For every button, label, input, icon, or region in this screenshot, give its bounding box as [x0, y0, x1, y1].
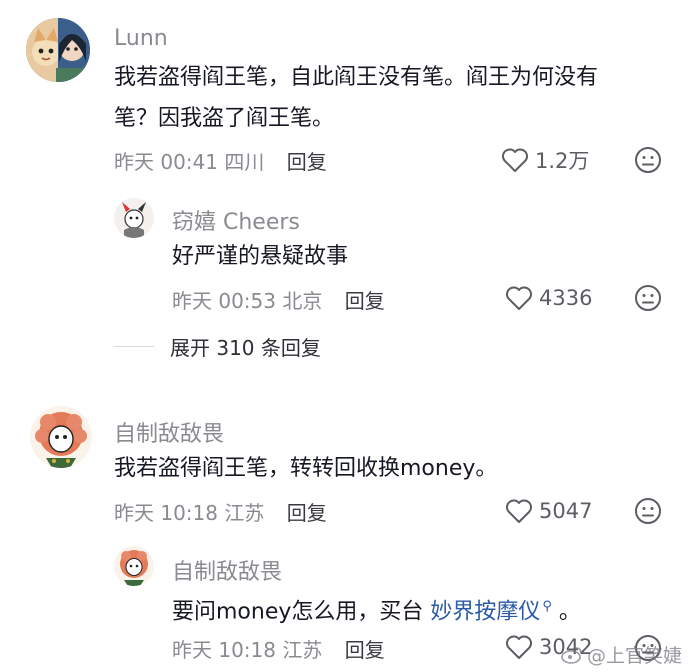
like-button[interactable]: 1.2万 [501, 145, 589, 175]
unhappy-face-icon [635, 147, 661, 173]
like-count: 4336 [539, 286, 593, 310]
reply-username[interactable]: 窃嬉 Cheers [172, 204, 300, 236]
comment-text-line2: 笔？因我盗了阎王笔。 [114, 106, 335, 131]
like-button[interactable]: 5047 [505, 498, 592, 524]
product-link[interactable]: 妙界按摩仪 [430, 599, 540, 624]
heart-outline-icon [506, 499, 532, 523]
reply-time-location: 昨天 10:18 江苏 [172, 638, 323, 662]
divider [114, 346, 154, 347]
heart-outline-icon [506, 635, 532, 659]
reply-meta: 昨天 10:18 江苏 回复 [172, 634, 385, 663]
unhappy-face-icon [635, 285, 661, 311]
comment-text: 我若盗得阎王笔，转转回收换money。 [114, 456, 498, 481]
avatar-zizhi-reply[interactable] [114, 546, 154, 586]
dislike-button[interactable] [634, 497, 662, 529]
avatar-zizhi[interactable] [30, 406, 92, 468]
reply-text: 好严谨的悬疑故事 [172, 244, 349, 269]
weibo-logo-icon [561, 646, 582, 664]
reply-text-prefix: 要问money怎么用，买台 [172, 599, 431, 625]
like-count: 5047 [539, 499, 593, 523]
reply-button[interactable]: 回复 [287, 150, 327, 174]
reply-button[interactable]: 回复 [345, 289, 385, 313]
comment-meta: 昨天 10:18 江苏 回复 [114, 497, 327, 526]
comment-meta: 昨天 00:41 四川 回复 [114, 146, 327, 175]
like-count: 1.2万 [535, 149, 590, 173]
reply-username[interactable]: 自制敌敌畏 [172, 554, 282, 586]
comment-username[interactable]: Lunn [114, 26, 168, 51]
weibo-watermark: @上官笑婕 [561, 641, 682, 668]
comment-username[interactable]: 自制敌敌畏 [114, 416, 224, 448]
watermark-text: @上官笑婕 [586, 645, 682, 667]
expand-replies-button[interactable]: 展开 310 条回复 [114, 332, 321, 361]
search-magnifier-icon[interactable]: ⚲ [542, 599, 552, 614]
heart-outline-icon [502, 148, 528, 172]
comment-time-location: 昨天 00:41 四川 [114, 150, 265, 174]
reply-button[interactable]: 回复 [345, 638, 385, 662]
unhappy-face-icon [635, 498, 661, 524]
comment-time-location: 昨天 10:18 江苏 [114, 501, 265, 525]
reply-text-suffix: 。 [551, 599, 581, 625]
like-button[interactable]: 4336 [505, 285, 592, 311]
dislike-button[interactable] [634, 284, 662, 316]
reply-time-location: 昨天 00:53 北京 [172, 289, 323, 313]
comment-text-line1: 我若盗得阎王笔，自此阎王没有笔。阎王为何没有 [114, 65, 599, 90]
heart-outline-icon [506, 286, 532, 310]
avatar-cheers[interactable] [114, 198, 154, 238]
reply-button[interactable]: 回复 [287, 501, 327, 525]
avatar-lunn[interactable] [26, 18, 90, 82]
reply-meta: 昨天 00:53 北京 回复 [172, 285, 385, 314]
expand-replies-label: 展开 310 条回复 [170, 336, 321, 360]
reply-text: 要问money怎么用，买台 妙界按摩仪 ⚲ 。 [172, 586, 581, 632]
dislike-button[interactable] [634, 146, 662, 178]
